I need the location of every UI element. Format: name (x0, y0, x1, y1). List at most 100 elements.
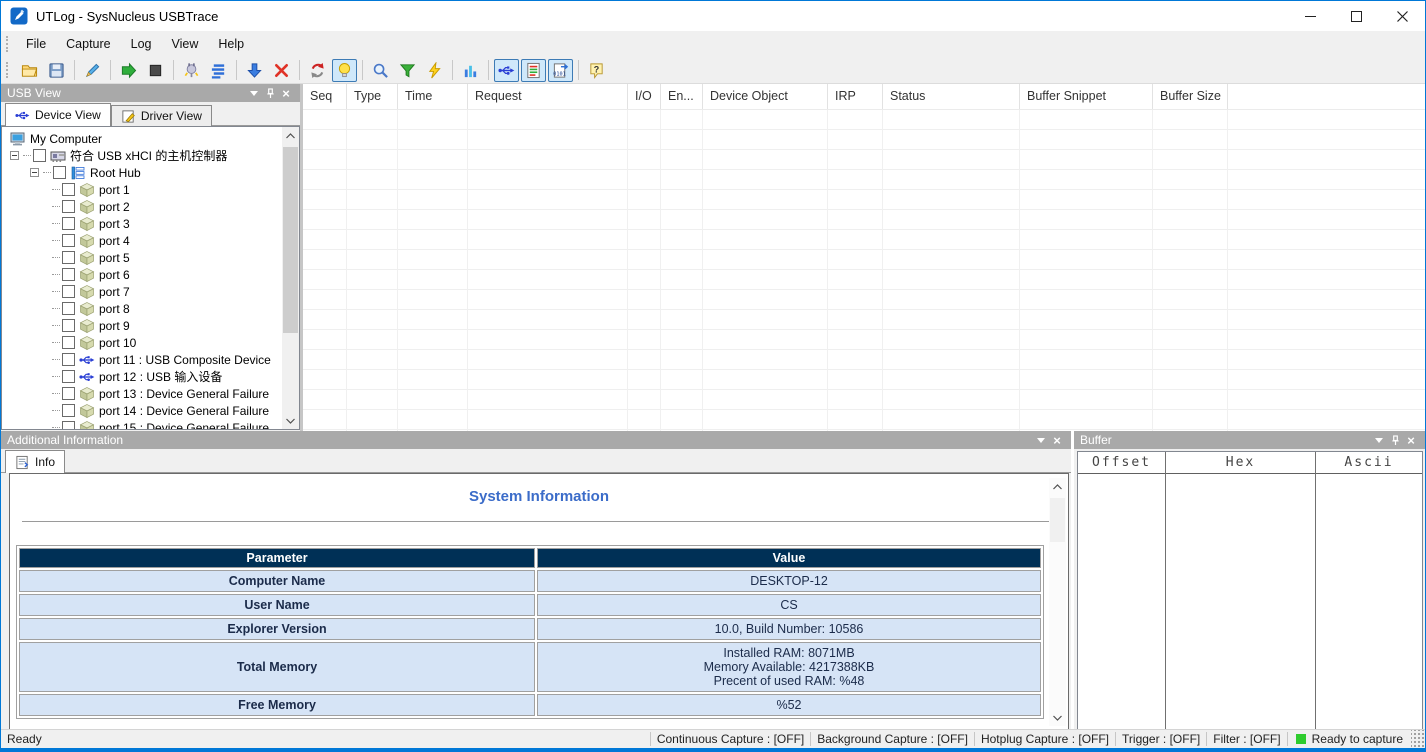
usb-view-pin-button[interactable] (262, 86, 278, 100)
usb-view-close-button[interactable]: × (278, 86, 294, 100)
tree-checkbox[interactable] (62, 387, 75, 400)
scroll-down-icon[interactable] (282, 412, 299, 429)
scroll-down-icon[interactable] (1049, 709, 1066, 726)
menu-item-capture[interactable]: Capture (56, 31, 120, 57)
column-header-device-object[interactable]: Device Object (703, 84, 828, 109)
column-header-irp[interactable]: IRP (828, 84, 883, 109)
download-log-button[interactable] (242, 59, 267, 82)
toolbar-grip[interactable] (6, 62, 11, 78)
menu-item-file[interactable]: File (16, 31, 56, 57)
edit-button[interactable] (80, 59, 105, 82)
log-options-button[interactable] (206, 59, 231, 82)
collapse-icon[interactable] (30, 168, 39, 177)
column-header-seq[interactable]: Seq (303, 84, 347, 109)
collapse-icon[interactable] (10, 151, 19, 160)
usb-view-toggle-button[interactable] (494, 59, 519, 82)
additional-info-close-button[interactable]: × (1049, 433, 1065, 447)
tab-info[interactable]: Info (5, 450, 65, 473)
open-file-button[interactable] (17, 59, 42, 82)
tree-item-port-4[interactable]: port 4 (2, 232, 299, 249)
menu-item-view[interactable]: View (162, 31, 209, 57)
tree-checkbox[interactable] (62, 268, 75, 281)
start-capture-button[interactable] (116, 59, 141, 82)
additional-info-menu-button[interactable] (1033, 433, 1049, 447)
trigger-button[interactable] (422, 59, 447, 82)
tree-checkbox[interactable] (62, 319, 75, 332)
tree-item-port-9[interactable]: port 9 (2, 317, 299, 334)
tree-item-port-1[interactable]: port 1 (2, 181, 299, 198)
buffer-close-button[interactable]: × (1403, 433, 1419, 447)
tree-scroll-thumb[interactable] (283, 147, 298, 333)
buffer-pin-button[interactable] (1387, 433, 1403, 447)
resize-grip[interactable] (1411, 730, 1425, 748)
tree-item-port-6[interactable]: port 6 (2, 266, 299, 283)
tree-checkbox[interactable] (62, 370, 75, 383)
tree-item-port-15-device-general-failure[interactable]: port 15 : Device General Failure (2, 419, 299, 430)
menu-item-help[interactable]: Help (208, 31, 254, 57)
maximize-button[interactable] (1333, 1, 1379, 31)
tree-item-port-10[interactable]: port 10 (2, 334, 299, 351)
tree-checkbox[interactable] (62, 217, 75, 230)
tree-checkbox[interactable] (53, 166, 66, 179)
column-header-request[interactable]: Request (468, 84, 628, 109)
help-button[interactable]: ? (584, 59, 609, 82)
delete-log-button[interactable] (269, 59, 294, 82)
tree-item-port-5[interactable]: port 5 (2, 249, 299, 266)
tab-device-view[interactable]: Device View (5, 103, 111, 126)
tree-item-usb-xhci[interactable]: 符合 USB xHCI 的主机控制器 (2, 147, 299, 164)
minimize-button[interactable] (1287, 1, 1333, 31)
menu-item-log[interactable]: Log (121, 31, 162, 57)
tree-item-port-8[interactable]: port 8 (2, 300, 299, 317)
filter-button[interactable] (395, 59, 420, 82)
search-button[interactable] (368, 59, 393, 82)
tree-item-port-11-usb-composite-device[interactable]: port 11 : USB Composite Device (2, 351, 299, 368)
tree-item-port-14-device-general-failure[interactable]: port 14 : Device General Failure (2, 402, 299, 419)
column-header-i-o[interactable]: I/O (628, 84, 661, 109)
tree-checkbox[interactable] (33, 149, 46, 162)
tree-item-port-2[interactable]: port 2 (2, 198, 299, 215)
tree-item-port-12-usb[interactable]: port 12 : USB 输入设备 (2, 368, 299, 385)
tree-checkbox[interactable] (62, 336, 75, 349)
column-header-type[interactable]: Type (347, 84, 398, 109)
scroll-up-icon[interactable] (282, 127, 299, 144)
highlight-button[interactable] (332, 59, 357, 82)
refresh-button[interactable] (305, 59, 330, 82)
tree-checkbox[interactable] (62, 251, 75, 264)
column-header-en[interactable]: En... (661, 84, 703, 109)
tree-checkbox[interactable] (62, 421, 75, 430)
buffer-menu-button[interactable] (1371, 433, 1387, 447)
column-header-status[interactable]: Status (883, 84, 1020, 109)
statistics-button[interactable] (458, 59, 483, 82)
usb-view-menu-button[interactable] (246, 86, 262, 100)
info-view-toggle-button[interactable] (521, 59, 546, 82)
tree-scrollbar[interactable] (282, 127, 299, 429)
buffer-view-toggle-button[interactable]: 0101 (548, 59, 573, 82)
close-button[interactable] (1379, 1, 1425, 31)
capture-grid-body[interactable] (303, 110, 1425, 431)
tree-checkbox[interactable] (62, 183, 75, 196)
tree-item-root-hub[interactable]: Root Hub (2, 164, 299, 181)
tree-item-port-7[interactable]: port 7 (2, 283, 299, 300)
search-icon (372, 62, 389, 79)
info-scroll-thumb[interactable] (1050, 498, 1065, 542)
tree-checkbox[interactable] (62, 404, 75, 417)
tree-checkbox[interactable] (62, 285, 75, 298)
menu-grip[interactable] (6, 36, 11, 52)
save-button[interactable] (44, 59, 69, 82)
tree-checkbox[interactable] (62, 353, 75, 366)
tree-checkbox[interactable] (62, 200, 75, 213)
tree-item-port-3[interactable]: port 3 (2, 215, 299, 232)
hotplug-capture-button[interactable] (179, 59, 204, 82)
stop-capture-button[interactable] (143, 59, 168, 82)
column-header-time[interactable]: Time (398, 84, 468, 109)
info-scrollbar[interactable] (1049, 478, 1066, 726)
tree-checkbox[interactable] (62, 302, 75, 315)
tree-item-port-13-device-general-failure[interactable]: port 13 : Device General Failure (2, 385, 299, 402)
column-header-buffer-size[interactable]: Buffer Size (1153, 84, 1228, 109)
tree-item-my-computer[interactable]: My Computer (2, 130, 299, 147)
column-header-buffer-snippet[interactable]: Buffer Snippet (1020, 84, 1153, 109)
tree-checkbox[interactable] (62, 234, 75, 247)
tab-driver-view[interactable]: Driver View (111, 105, 212, 126)
scroll-up-icon[interactable] (1049, 478, 1066, 495)
pin-icon (1391, 435, 1400, 446)
